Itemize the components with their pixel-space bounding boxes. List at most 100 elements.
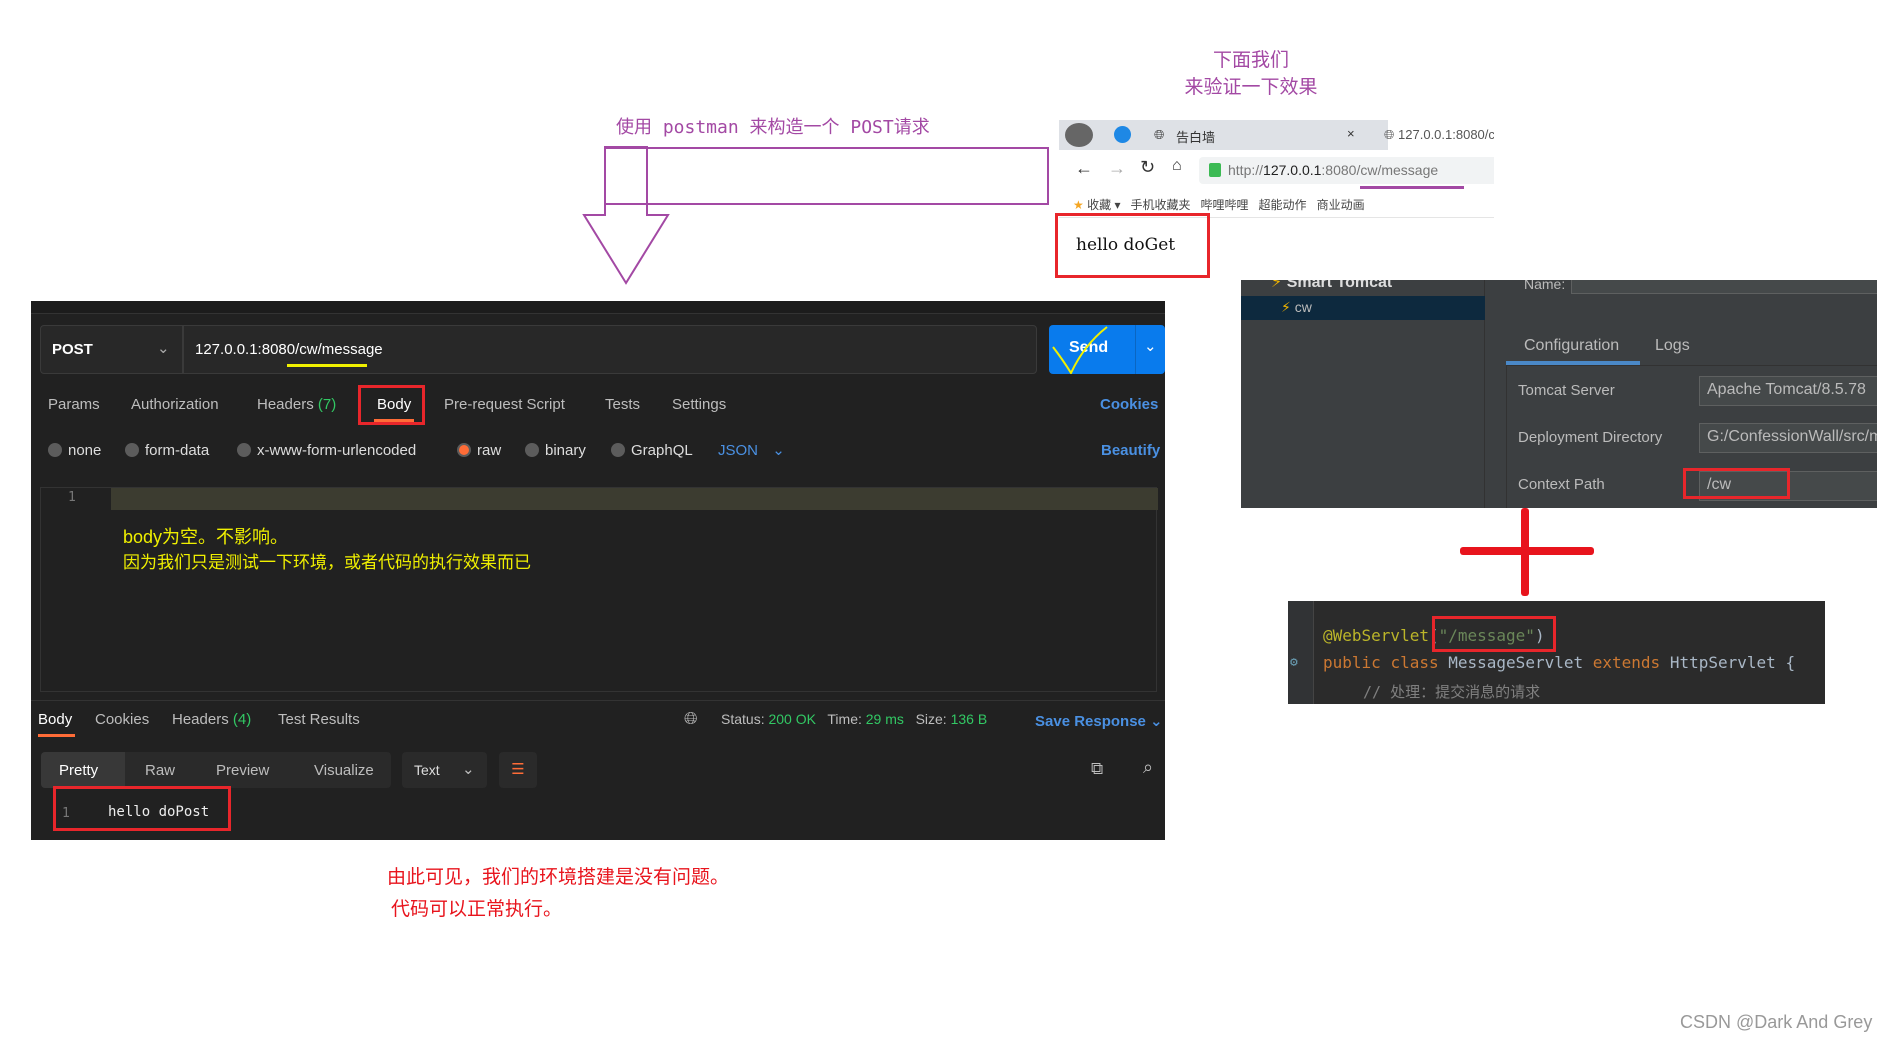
format-label: JSON <box>718 442 759 459</box>
format-select[interactable]: JSON ⌄ <box>718 441 785 459</box>
view-visualize[interactable]: Visualize <box>314 762 374 779</box>
field-label: Tomcat Server <box>1518 382 1615 399</box>
conclusion-line-2: 代码可以正常执行。 <box>391 899 563 920</box>
chevron-down-icon: ⌄ <box>157 340 170 357</box>
tab-tests[interactable]: Tests <box>605 396 640 413</box>
response-tab-test-results[interactable]: Test Results <box>278 711 360 728</box>
postman-annotation: 使用 postman 来构造一个 POST请求 <box>616 117 930 138</box>
beautify-link[interactable]: Beautify <box>1101 442 1160 459</box>
browser-tab-2[interactable]: 🌐︎ 127.0.0.1:8080/c <box>1384 127 1494 143</box>
navigation-icon[interactable] <box>1114 126 1131 143</box>
body-editor[interactable]: 1 body为空。不影响。 因为我们只是测试一下环境，或者代码的执行效果而已 <box>40 487 1158 692</box>
send-button[interactable]: Send ⌄ <box>1049 325 1165 374</box>
browser-tab-1[interactable]: 告白墙 <box>1176 127 1215 146</box>
globe-icon[interactable]: 🌐︎ <box>684 709 698 729</box>
radio-label: binary <box>545 442 586 459</box>
verify-line-2: 来验证一下效果 <box>1184 77 1318 98</box>
chevron-down-icon: ⌄ <box>462 761 475 778</box>
tab-headers[interactable]: Headers (7) <box>257 396 336 413</box>
text-format-label: Text <box>414 762 440 778</box>
radio-label: GraphQL <box>631 442 693 459</box>
bookmark[interactable]: 商业动画 <box>1317 198 1365 212</box>
chevron-down-icon[interactable]: ⌄ <box>1144 337 1157 355</box>
close-icon[interactable]: × <box>1347 126 1355 141</box>
radio-none[interactable] <box>48 443 62 457</box>
method-select[interactable]: POST ⌄ <box>40 325 183 374</box>
postman-window: POST ⌄ 127.0.0.1:8080/cw/message Send ⌄ … <box>31 301 1165 840</box>
shield-icon <box>1209 163 1221 177</box>
bookmark[interactable]: 手机收藏夹 <box>1130 198 1190 212</box>
url-input[interactable]: 127.0.0.1:8080/cw/message <box>183 325 1037 374</box>
view-preview[interactable]: Preview <box>216 762 269 779</box>
tab-logs[interactable]: Logs <box>1655 337 1690 355</box>
code-comment: // 处理：提交消息的请求 <box>1363 683 1541 701</box>
avatar[interactable] <box>1065 123 1093 147</box>
copy-icon[interactable]: ⧉ <box>1091 759 1103 779</box>
response-tab-cookies[interactable]: Cookies <box>95 711 149 728</box>
deployment-directory-field[interactable]: G:/ConfessionWall/src/main/webapp <box>1699 423 1877 453</box>
view-pretty[interactable]: Pretty <box>59 762 98 779</box>
star-icon: ★ <box>1073 198 1084 212</box>
tree-item-cw[interactable]: ⚡︎ cw <box>1241 296 1485 320</box>
name-field[interactable] <box>1571 280 1877 294</box>
highlight-box <box>1432 616 1556 652</box>
home-icon[interactable]: ⌂ <box>1172 157 1182 175</box>
tab-pre-request-script[interactable]: Pre-request Script <box>444 396 565 413</box>
back-icon[interactable]: ← <box>1075 158 1093 179</box>
radio-raw[interactable] <box>457 443 471 457</box>
highlight-box <box>358 385 425 425</box>
tab-authorization[interactable]: Authorization <box>131 396 219 413</box>
response-tab-body[interactable]: Body <box>38 711 72 728</box>
verify-line-1: 下面我们 <box>1212 50 1289 71</box>
tab-params[interactable]: Params <box>48 396 100 413</box>
view-raw[interactable]: Raw <box>145 762 175 779</box>
highlight-box <box>1055 213 1210 278</box>
cookies-link[interactable]: Cookies <box>1100 396 1158 413</box>
tab-settings[interactable]: Settings <box>672 396 726 413</box>
text-format-select[interactable]: Text ⌄ <box>402 752 487 788</box>
wrap-lines-icon[interactable]: ☰ <box>499 752 537 788</box>
header-count: (7) <box>317 396 337 413</box>
method-label: POST <box>52 341 93 358</box>
tree-root[interactable]: ⚡︎ Smart Tomcat <box>1271 280 1392 292</box>
tab-label: Headers <box>257 396 314 413</box>
body-note-1: body为空。不影响。 <box>123 527 289 547</box>
conclusion-line-1: 由此可见，我们的环境搭建是没有问题。 <box>387 867 730 888</box>
line-number: 1 <box>68 490 76 505</box>
bookmark[interactable]: 超能动作 <box>1259 198 1307 212</box>
forward-icon[interactable]: → <box>1108 158 1126 179</box>
tomcat-server-field[interactable]: Apache Tomcat/8.5.78 <box>1699 376 1877 406</box>
reload-icon[interactable]: ↻ <box>1140 157 1155 178</box>
radio-label: x-www-form-urlencoded <box>257 442 417 459</box>
highlight-box <box>1683 468 1790 499</box>
servlet-gutter-icon[interactable]: ⚙︎ <box>1290 655 1298 670</box>
radio-graphql[interactable] <box>611 443 625 457</box>
radio-label: none <box>68 442 102 459</box>
field-label: Deployment Directory <box>1518 429 1663 446</box>
bookmark[interactable]: 哔哩哔哩 <box>1201 198 1249 212</box>
address-bar[interactable]: http://127.0.0.1:8080/cw/message <box>1199 157 1494 184</box>
down-arrow-icon <box>582 146 670 285</box>
radio-binary[interactable] <box>525 443 539 457</box>
verify-annotation: 下面我们 来验证一下效果 <box>1151 47 1351 101</box>
bookmark[interactable]: 收藏 <box>1087 198 1111 212</box>
radio-urlencoded[interactable] <box>237 443 251 457</box>
smart-tomcat-config: ⚡︎ Smart Tomcat ⚡︎ cw Name: Configuratio… <box>1241 280 1877 508</box>
tab-configuration[interactable]: Configuration <box>1524 337 1619 355</box>
radio-label: raw <box>477 442 502 459</box>
tomcat-icon: ⚡︎ <box>1281 299 1291 315</box>
radio-label: form-data <box>145 442 210 459</box>
save-response-button[interactable]: Save Response ⌄ <box>1035 712 1163 730</box>
url-text: 127.0.0.1:8080/cw/message <box>195 341 383 358</box>
globe-icon: 🌐︎ <box>1154 127 1165 142</box>
radio-form-data[interactable] <box>125 443 139 457</box>
bookmarks-bar: ★ 收藏 ▾ 手机收藏夹 哔哩哔哩 超能动作 商业动画 <box>1073 198 1365 212</box>
body-note-2: 因为我们只是测试一下环境，或者代码的执行效果而已 <box>123 553 531 572</box>
header-count: (4) <box>232 711 252 728</box>
response-tab-headers[interactable]: Headers (4) <box>172 711 251 728</box>
status-info: Status: 200 OK Time: 29 ms Size: 136 B <box>721 711 988 727</box>
field-label: Context Path <box>1518 476 1605 493</box>
search-icon[interactable]: ⌕ <box>1143 757 1153 778</box>
code-snippet: ⚙︎ @WebServlet("/message") public class … <box>1288 601 1825 704</box>
view-mode-group: Pretty Raw Preview Visualize <box>41 752 391 788</box>
